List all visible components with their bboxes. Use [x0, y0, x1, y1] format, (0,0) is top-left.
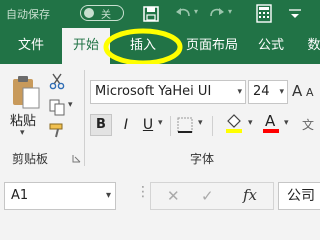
paste-label[interactable]: 粘贴	[10, 110, 36, 129]
borders-icon[interactable]	[176, 116, 194, 134]
separator	[170, 116, 171, 136]
font-size-value: 24	[253, 84, 270, 99]
autosave-label: 自动保存	[6, 8, 50, 21]
underline-button[interactable]: U	[140, 114, 156, 136]
confirm-icon[interactable]: ✓	[201, 187, 214, 205]
formula-bar: A1 ▾ ⋮ ✕ ✓ fx 公司	[0, 176, 320, 240]
redo-icon[interactable]	[208, 6, 226, 22]
paste-dropdown-icon[interactable]: ▾	[20, 128, 25, 138]
tab-data[interactable]: 数	[294, 28, 320, 64]
font-color-button[interactable]: A	[262, 112, 280, 134]
title-bar: 自动保存 关 ▾ ▾	[0, 0, 320, 28]
name-box[interactable]: A1 ▾	[4, 182, 116, 210]
italic-button[interactable]: I	[116, 114, 136, 136]
tab-formulas[interactable]: 公式	[248, 28, 294, 64]
toggle-knob	[84, 8, 94, 18]
save-icon[interactable]	[142, 5, 160, 23]
borders-dropdown-icon[interactable]: ▾	[198, 118, 203, 128]
chevron-down-icon: ▾	[105, 190, 111, 201]
copy-icon[interactable]	[48, 98, 66, 116]
font-name-dropdown[interactable]: Microsoft YaHei UI ▾	[90, 80, 246, 104]
bold-button[interactable]: B	[90, 114, 112, 136]
customize-toolbar-icon[interactable]	[288, 8, 302, 20]
copy-dropdown-icon[interactable]: ▾	[68, 100, 73, 110]
undo-icon[interactable]	[174, 6, 192, 22]
fill-color-icon[interactable]	[224, 112, 244, 134]
grow-font-icon[interactable]: A	[292, 82, 302, 100]
underline-dropdown-icon[interactable]: ▾	[158, 118, 163, 128]
dialog-launcher-icon[interactable]	[72, 154, 81, 163]
format-painter-icon[interactable]	[48, 122, 66, 140]
font-color-swatch	[263, 129, 279, 133]
tab-file[interactable]: 文件	[0, 28, 62, 64]
ribbon-home: 粘贴 ▾ ▾ Microsoft YaHei UI ▾ 24 ▾ A A B I…	[0, 64, 320, 177]
more-options-icon: ⋮	[136, 184, 150, 200]
cancel-icon[interactable]: ✕	[167, 187, 180, 205]
undo-dropdown-icon[interactable]: ▾	[194, 7, 198, 16]
cut-icon[interactable]	[48, 72, 66, 90]
autosave-state: 关	[101, 10, 111, 21]
tab-page-layout[interactable]: 页面布局	[176, 28, 248, 64]
font-color-dropdown-icon[interactable]: ▾	[284, 118, 289, 128]
phonetic-icon[interactable]: 文	[302, 116, 314, 133]
font-name-value: Microsoft YaHei UI	[95, 84, 212, 99]
redo-dropdown-icon[interactable]: ▾	[228, 7, 232, 16]
group-divider	[84, 70, 85, 166]
shrink-font-icon[interactable]: A	[306, 86, 314, 99]
chevron-down-icon: ▾	[237, 87, 242, 97]
annotation-circle	[103, 28, 183, 66]
formula-value: 公司	[287, 188, 315, 204]
name-box-value: A1	[11, 188, 29, 203]
calculator-icon[interactable]	[256, 4, 272, 23]
formula-input[interactable]: 公司	[278, 182, 320, 210]
font-color-letter: A	[265, 112, 276, 130]
autosave-toggle[interactable]: 关	[80, 5, 124, 21]
paste-icon[interactable]	[10, 74, 42, 110]
insert-function-icon[interactable]: fx	[243, 186, 257, 204]
chevron-down-icon: ▾	[279, 87, 284, 97]
clipboard-group-label: 剪贴板	[12, 152, 49, 166]
separator	[212, 116, 213, 136]
formula-buttons-area: ✕ ✓ fx	[150, 182, 274, 210]
font-group-label: 字体	[190, 152, 215, 166]
fill-color-dropdown-icon[interactable]: ▾	[248, 118, 253, 128]
font-size-dropdown[interactable]: 24 ▾	[248, 80, 288, 104]
